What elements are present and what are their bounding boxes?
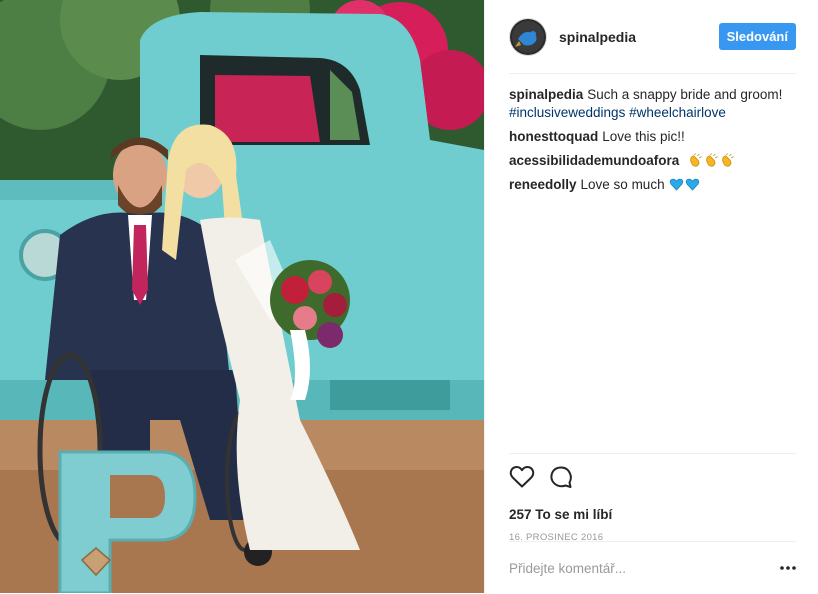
comment-item: honesttoquad Love this pic!! xyxy=(509,128,796,146)
hashtag-link[interactable]: #inclusiveweddings xyxy=(509,105,625,120)
action-icons xyxy=(509,465,796,491)
clapping-hands-emoji xyxy=(690,153,702,167)
comment-item: acessibilidademundoafora xyxy=(509,152,796,170)
comment-text: Love so much xyxy=(580,177,665,192)
comments-list: spinalpedia Such a snappy bride and groom… xyxy=(509,74,796,460)
heart-icon[interactable] xyxy=(509,465,535,489)
instagram-post: spinalpedia Sledování spinalpedia Such a … xyxy=(0,0,818,593)
more-options-icon[interactable] xyxy=(780,566,796,570)
follow-button[interactable]: Sledování xyxy=(718,23,796,50)
blue-heart-emoji xyxy=(686,178,700,191)
caption-username[interactable]: spinalpedia xyxy=(509,87,583,102)
clapping-hands-emoji xyxy=(722,153,734,167)
comment-username[interactable]: honesttoquad xyxy=(509,129,598,144)
avatar-image xyxy=(510,18,546,55)
comment-username[interactable]: acessibilidademundoafora xyxy=(509,153,679,168)
wedding-photo-illustration xyxy=(0,0,484,593)
post-header: spinalpedia Sledování xyxy=(509,0,796,74)
add-comment-input[interactable]: Přidejte komentář... xyxy=(509,561,626,576)
avatar[interactable] xyxy=(509,17,547,56)
add-comment-bar: Přidejte komentář... xyxy=(509,541,796,594)
post-photo[interactable] xyxy=(0,0,484,593)
comment-icon[interactable] xyxy=(549,465,573,489)
likes-count[interactable]: 257 To se mi líbí xyxy=(509,507,796,522)
comment-item: reneedolly Love so much xyxy=(509,176,796,194)
comment-username[interactable]: reneedolly xyxy=(509,177,577,192)
caption-text: Such a snappy bride and groom! xyxy=(587,87,783,102)
post-actions: 257 To se mi líbí 16. PROSINEC 2016 xyxy=(509,453,796,543)
blue-heart-emoji xyxy=(670,178,684,191)
hashtag-link[interactable]: #wheelchairlove xyxy=(629,105,726,120)
caption: spinalpedia Such a snappy bride and groom… xyxy=(509,86,796,122)
header-username[interactable]: spinalpedia xyxy=(559,29,636,45)
clapping-hands-emoji xyxy=(706,153,718,167)
comment-text: Love this pic!! xyxy=(602,129,685,144)
post-side-panel: spinalpedia Sledování spinalpedia Such a … xyxy=(484,0,818,593)
